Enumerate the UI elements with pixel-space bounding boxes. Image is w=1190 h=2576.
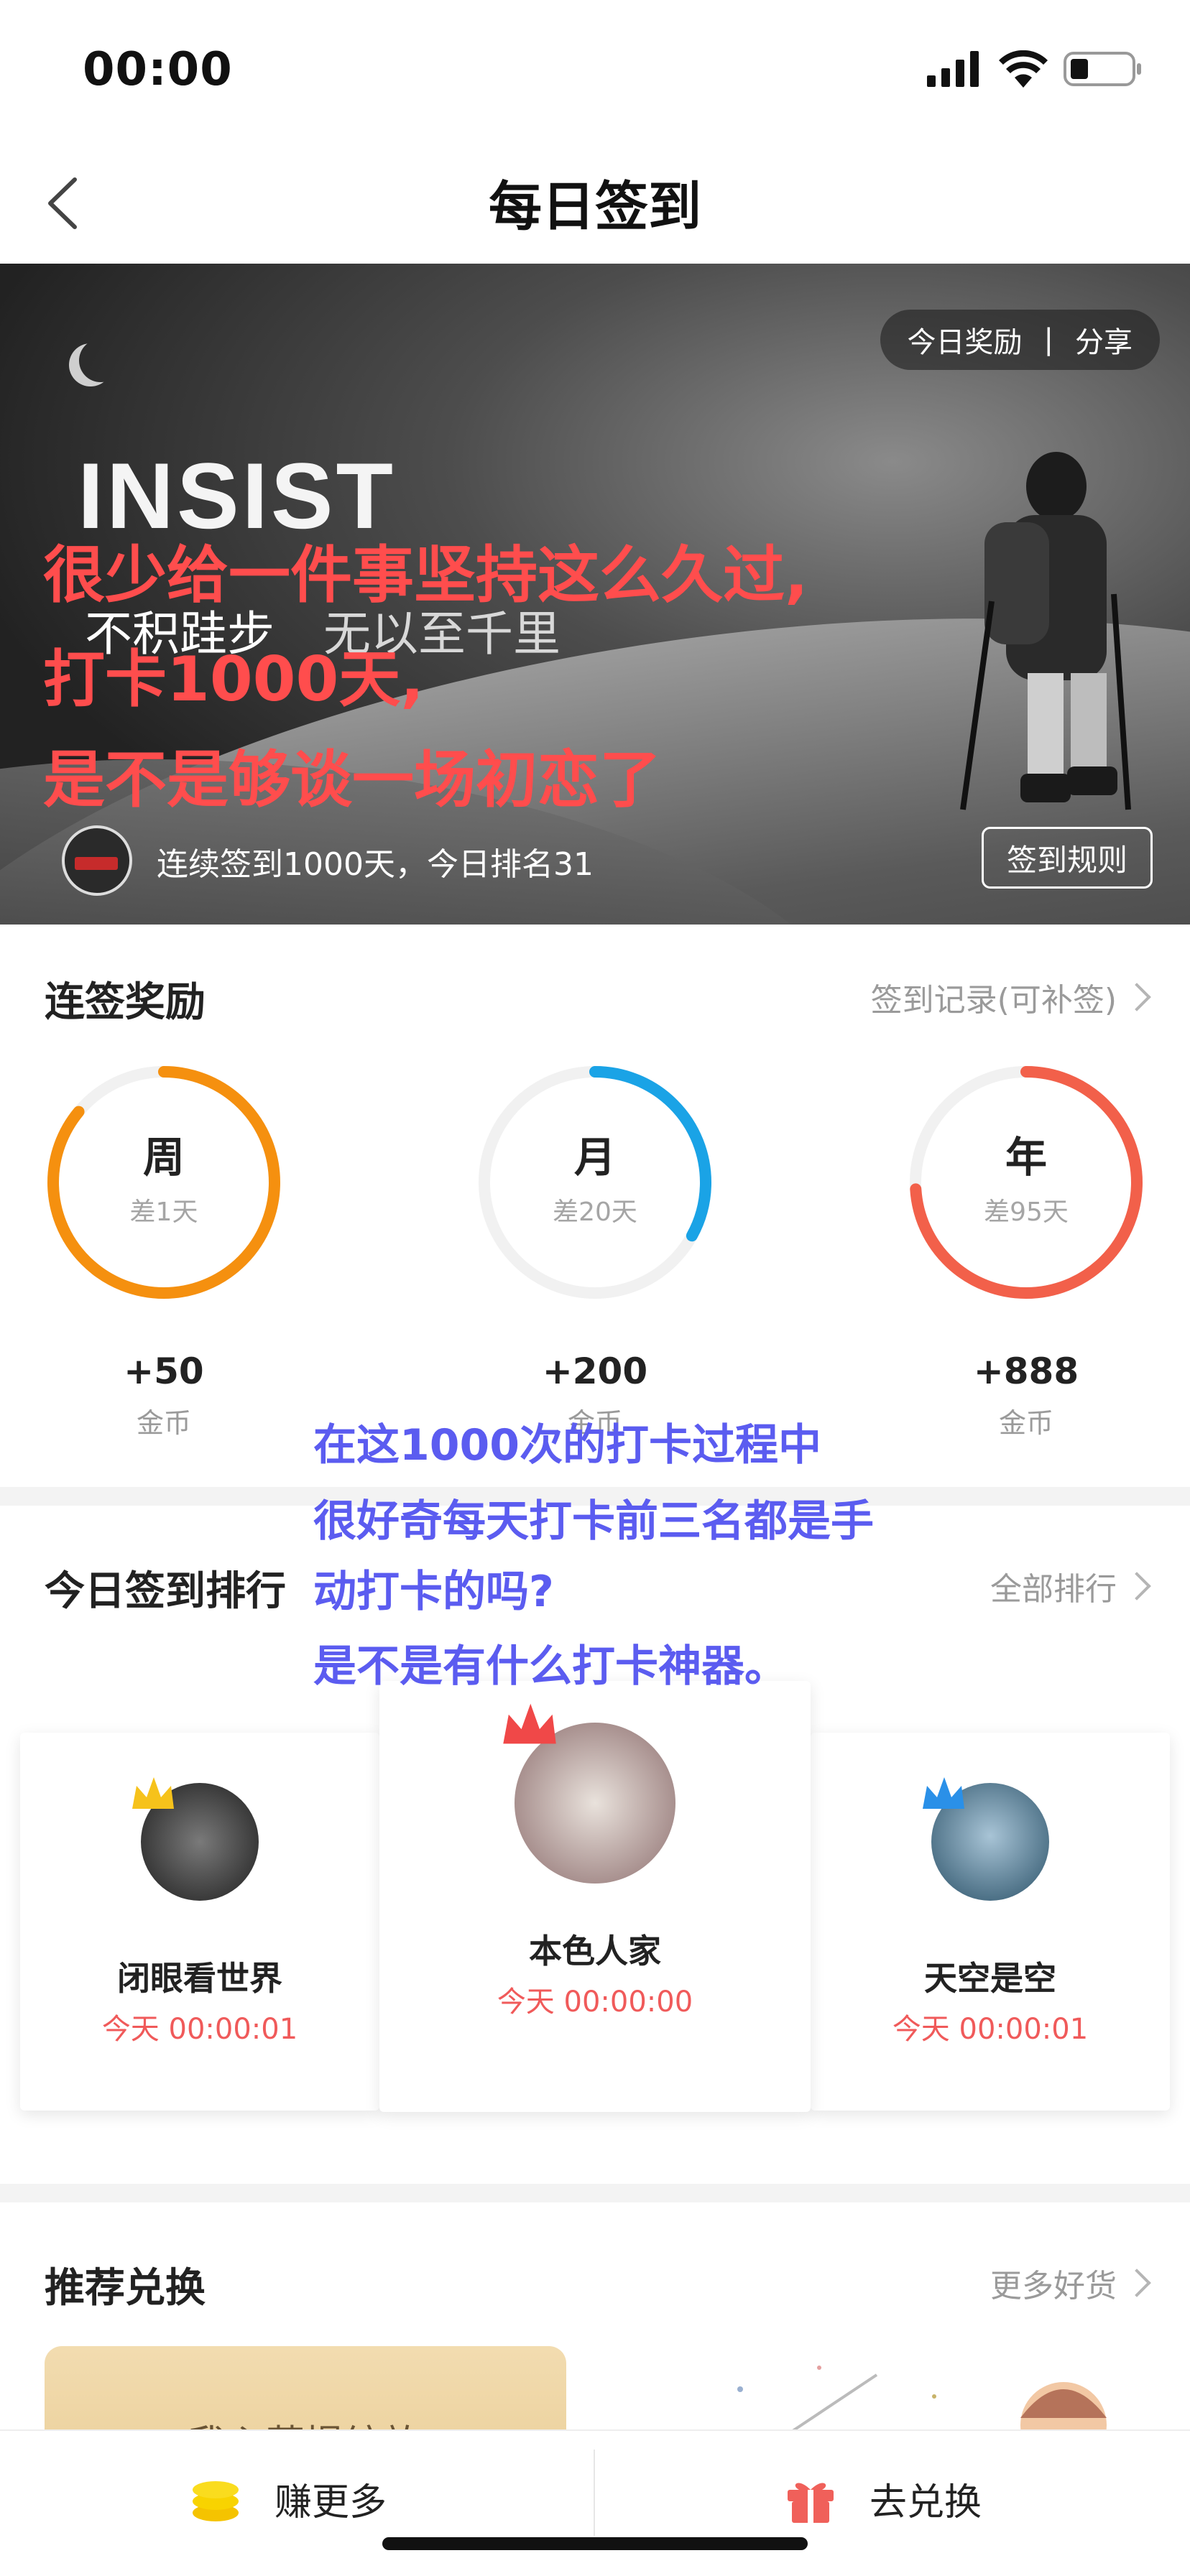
recommend-section-title: 推荐兑换 bbox=[45, 2265, 206, 2312]
all-ranking-label: 全部排行 bbox=[990, 1571, 1117, 1608]
overlay-red-line-1: 很少给一件事坚持这么久过, bbox=[43, 539, 808, 611]
all-ranking-link[interactable]: 全部排行 bbox=[990, 1563, 1151, 1609]
reward-unit: 金币 bbox=[136, 1407, 191, 1439]
moon-icon bbox=[79, 339, 122, 382]
rank-name-2: 闭眼看世界 bbox=[117, 1959, 282, 1998]
bottom-tab-bar bbox=[0, 2429, 1190, 2576]
ring-period: 月 bbox=[573, 1133, 616, 1182]
streak-ring-1: 周差1天 bbox=[42, 1060, 286, 1305]
chevron-right-icon bbox=[1122, 2269, 1151, 2297]
battery-icon bbox=[1064, 52, 1141, 86]
section-divider bbox=[0, 2184, 1190, 2202]
chevron-right-icon bbox=[1122, 983, 1151, 1011]
rank-time-2: 今天 00:00:01 bbox=[101, 2013, 298, 2046]
crown-icon bbox=[923, 1777, 964, 1809]
overlay-red-line-3: 是不是够谈一场初恋了 bbox=[43, 744, 661, 816]
overlay-blue-line-2: 很好奇每天打卡前三名都是手 bbox=[313, 1496, 874, 1547]
banner-headline: INSIST bbox=[78, 443, 396, 548]
home-indicator[interactable] bbox=[382, 2537, 808, 2550]
reward-value: +200 bbox=[542, 1350, 648, 1392]
tab-earn-more[interactable]: 赚更多 bbox=[188, 2471, 387, 2526]
hiker-illustration bbox=[960, 452, 1131, 810]
rank-card-2[interactable]: 闭眼看世界 今天 00:00:01 bbox=[20, 1733, 379, 2111]
wifi-icon bbox=[999, 50, 1048, 88]
rank-time-3: 今天 00:00:01 bbox=[892, 2013, 1089, 2046]
overlay-blue-line-4: 是不是有什么打卡神器。 bbox=[313, 1641, 788, 1692]
user-avatar bbox=[62, 825, 132, 896]
reward-value: +50 bbox=[124, 1350, 204, 1392]
tab-separator bbox=[594, 2450, 595, 2536]
signal-icon bbox=[927, 51, 979, 87]
sign-record-label: 签到记录(可补签) bbox=[870, 982, 1117, 1019]
pill-separator: | bbox=[1043, 323, 1053, 356]
sign-rules-button[interactable]: 签到规则 bbox=[982, 827, 1153, 889]
ring-period: 年 bbox=[1005, 1133, 1047, 1182]
more-goods-label: 更多好货 bbox=[990, 2268, 1117, 2304]
tab-earn-label: 赚更多 bbox=[275, 2480, 387, 2524]
ranking-section-title: 今日签到排行 bbox=[45, 1568, 286, 1615]
reward-unit: 金币 bbox=[998, 1407, 1053, 1439]
page-title: 每日签到 bbox=[489, 176, 701, 238]
overlay-blue-line-1: 在这1000次的打卡过程中 bbox=[313, 1420, 821, 1470]
ring-remaining: 差95天 bbox=[984, 1197, 1069, 1227]
coins-icon bbox=[193, 2481, 239, 2521]
reward-value: +888 bbox=[973, 1350, 1079, 1392]
streak-section-title: 连签奖励 bbox=[45, 979, 206, 1026]
share-link[interactable]: 分享 bbox=[1075, 319, 1133, 361]
rank-time-1: 今天 00:00:00 bbox=[497, 1986, 693, 2019]
rank-name-1: 本色人家 bbox=[529, 1932, 661, 1970]
sign-record-link[interactable]: 签到记录(可补签) bbox=[870, 974, 1151, 1020]
reward-share-pill: 今日奖励 | 分享 bbox=[880, 310, 1160, 370]
streak-rank-text: 连续签到1000天，今日排名31 bbox=[157, 846, 594, 883]
ring-remaining: 差20天 bbox=[553, 1197, 637, 1227]
chevron-left-icon bbox=[48, 177, 77, 229]
gift-icon bbox=[788, 2483, 834, 2523]
chevron-right-icon bbox=[1122, 1572, 1151, 1600]
tab-redeem-label: 去兑换 bbox=[870, 2480, 982, 2524]
status-icons bbox=[927, 47, 1143, 91]
streak-ring-2: 月差20天 bbox=[473, 1060, 717, 1305]
crown-icon bbox=[132, 1777, 174, 1809]
status-time: 00:00 bbox=[83, 43, 233, 96]
more-goods-link[interactable]: 更多好货 bbox=[990, 2260, 1151, 2306]
overlay-blue-line-3: 动打卡的吗? bbox=[313, 1567, 554, 1617]
streak-ring-3: 年差95天 bbox=[904, 1060, 1148, 1305]
today-reward-link[interactable]: 今日奖励 bbox=[908, 319, 1023, 361]
overlay-red-line-2: 打卡1000天, bbox=[43, 644, 425, 715]
ring-period: 周 bbox=[142, 1133, 185, 1182]
tab-redeem[interactable]: 去兑换 bbox=[783, 2471, 982, 2526]
ring-remaining: 差1天 bbox=[129, 1197, 198, 1227]
crown-icon bbox=[503, 1703, 556, 1744]
rank-card-3[interactable]: 天空是空 今天 00:00:01 bbox=[811, 1733, 1170, 2111]
rank-name-3: 天空是空 bbox=[924, 1959, 1056, 1998]
back-button[interactable] bbox=[42, 171, 85, 236]
rank-card-1[interactable]: 本色人家 今天 00:00:00 bbox=[379, 1681, 811, 2112]
